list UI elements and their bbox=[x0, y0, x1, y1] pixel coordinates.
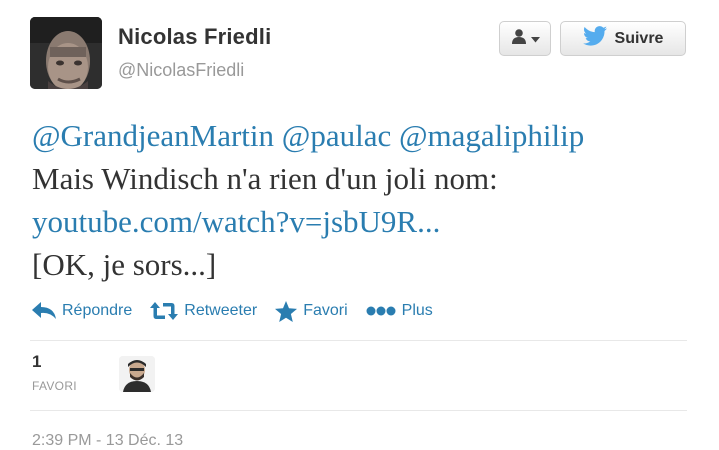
display-name[interactable]: Nicolas Friedli bbox=[118, 24, 271, 50]
twitter-bird-icon bbox=[582, 26, 607, 51]
favorite-button[interactable]: Favori bbox=[275, 300, 348, 322]
favorite-label: Favori bbox=[303, 302, 348, 319]
chevron-down-icon bbox=[530, 30, 540, 48]
tweet-url-link[interactable]: youtube.com/watch?v=jsbU9R... bbox=[32, 204, 440, 239]
tweet-tail: [OK, je sors...] bbox=[32, 247, 217, 282]
follow-label: Suivre bbox=[614, 29, 664, 47]
tweet-text: @GrandjeanMartin @paulac @magaliphilip M… bbox=[32, 114, 702, 286]
favorites-count[interactable]: 1 bbox=[32, 352, 41, 372]
user-actions-dropdown[interactable] bbox=[499, 21, 551, 56]
user-avatar[interactable] bbox=[30, 17, 102, 89]
person-icon bbox=[511, 28, 527, 49]
divider bbox=[30, 340, 687, 341]
follow-button[interactable]: Suivre bbox=[560, 21, 686, 56]
screen-name[interactable]: @NicolasFriedli bbox=[118, 60, 244, 81]
tweet-timestamp[interactable]: 2:39 PM - 13 Déc. 13 bbox=[32, 432, 183, 450]
mention-link[interactable]: @GrandjeanMartin bbox=[32, 118, 274, 153]
tweet-actions: Répondre Retweeter Favori Plus bbox=[32, 296, 451, 326]
star-icon bbox=[275, 300, 298, 322]
mention-link[interactable]: @magaliphilip bbox=[399, 118, 584, 153]
divider bbox=[30, 410, 687, 411]
more-dots-icon bbox=[366, 306, 396, 316]
reply-label: Répondre bbox=[62, 302, 133, 319]
retweet-label: Retweeter bbox=[184, 302, 258, 319]
more-label: Plus bbox=[401, 302, 433, 319]
reply-button[interactable]: Répondre bbox=[32, 302, 132, 320]
tweet-mentions-line: @GrandjeanMartin @paulac @magaliphilip bbox=[32, 114, 702, 157]
mention-link[interactable]: @paulac bbox=[282, 118, 391, 153]
reply-icon bbox=[32, 302, 56, 320]
tweet-body: Mais Windisch n'a rien d'un joli nom: bbox=[32, 161, 498, 196]
retweet-button[interactable]: Retweeter bbox=[150, 302, 257, 320]
more-button[interactable]: Plus bbox=[366, 302, 433, 320]
favorites-label: FAVORI bbox=[32, 379, 77, 393]
retweet-icon bbox=[150, 302, 179, 320]
favoriter-avatar[interactable] bbox=[119, 356, 155, 392]
